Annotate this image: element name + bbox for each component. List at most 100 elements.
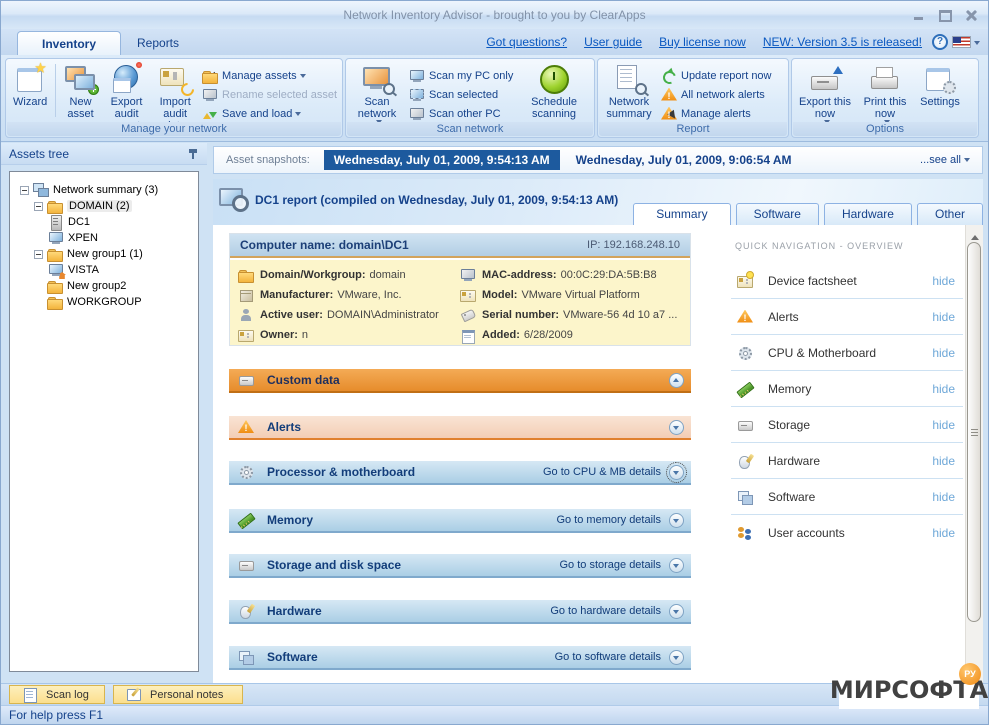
link-new-version[interactable]: NEW: Version 3.5 is released! xyxy=(763,35,922,49)
tree-item-workgroup[interactable]: WORKGROUP xyxy=(20,294,198,310)
hide-link[interactable]: hide xyxy=(932,382,955,396)
report-header: DC1 report (compiled on Wednesday, July … xyxy=(213,179,983,225)
quicknav-alerts[interactable]: Alerts hide xyxy=(731,299,963,335)
new-asset-button[interactable]: New asset xyxy=(59,62,102,120)
expand-button[interactable] xyxy=(669,420,684,435)
warning-icon xyxy=(661,87,677,103)
hide-link[interactable]: hide xyxy=(932,310,955,324)
snapshot-other[interactable]: Wednesday, July 01, 2009, 9:06:54 AM xyxy=(576,153,792,167)
quicknav-memory[interactable]: Memory hide xyxy=(731,371,963,407)
scrollbar-thumb[interactable] xyxy=(967,242,981,622)
expand-button[interactable] xyxy=(669,513,684,528)
hide-link[interactable]: hide xyxy=(932,418,955,432)
settings-button[interactable]: Settings xyxy=(914,62,966,108)
expand-button[interactable] xyxy=(669,558,684,573)
tab-software[interactable]: Software xyxy=(736,203,819,225)
software-icon xyxy=(238,649,254,665)
quicknav-storage[interactable]: Storage hide xyxy=(731,407,963,443)
hide-link[interactable]: hide xyxy=(932,526,955,540)
group-label-options: Options xyxy=(793,122,977,136)
section-storage[interactable]: Storage and disk space Go to storage det… xyxy=(229,554,691,578)
go-to-hardware-details-link[interactable]: Go to hardware details xyxy=(550,605,661,617)
manage-assets-button[interactable]: Manage assets xyxy=(199,66,340,85)
tab-inventory[interactable]: Inventory xyxy=(17,31,121,55)
network-summary-button[interactable]: Network summary xyxy=(600,62,658,120)
section-software[interactable]: Software Go to software details xyxy=(229,646,691,670)
all-network-alerts-button[interactable]: All network alerts xyxy=(658,85,775,104)
expand-button[interactable] xyxy=(669,650,684,665)
tree-item-new-group2[interactable]: New group2 xyxy=(20,278,198,294)
printer-icon xyxy=(869,64,901,94)
see-all-link[interactable]: ...see all xyxy=(920,154,970,166)
tab-reports[interactable]: Reports xyxy=(113,31,203,55)
section-alerts[interactable]: Alerts xyxy=(229,416,691,440)
quicknav-device-factsheet[interactable]: Device factsheet hide xyxy=(731,263,963,299)
link-got-questions[interactable]: Got questions? xyxy=(486,35,567,49)
report-tabs: Summary Software Hardware Other xyxy=(628,203,983,225)
tab-other[interactable]: Other xyxy=(917,203,983,225)
scan-other-pc-button[interactable]: Scan other PC xyxy=(406,104,524,123)
export-this-now-button[interactable]: Export this now xyxy=(794,62,856,124)
quicknav-cpu-motherboard[interactable]: CPU & Motherboard hide xyxy=(731,335,963,371)
quicknav-software[interactable]: Software hide xyxy=(731,479,963,515)
tree-item-network-summary[interactable]: Network summary (3) xyxy=(20,182,198,198)
hide-link[interactable]: hide xyxy=(932,490,955,504)
tab-scan-log[interactable]: Scan log xyxy=(9,685,105,704)
expand-button[interactable] xyxy=(669,604,684,619)
scroll-up-icon[interactable] xyxy=(968,227,981,240)
quicknav-hardware[interactable]: Hardware hide xyxy=(731,443,963,479)
tree-item-vista[interactable]: VISTA xyxy=(20,262,198,278)
manage-alerts-button[interactable]: Manage alerts xyxy=(658,104,775,123)
title-bar: Network Inventory Advisor - brought to y… xyxy=(1,1,988,30)
hide-link[interactable]: hide xyxy=(932,346,955,360)
tab-hardware[interactable]: Hardware xyxy=(824,203,912,225)
scan-my-pc-button[interactable]: Scan my PC only xyxy=(406,66,524,85)
tree-item-domain[interactable]: DOMAIN (2) xyxy=(20,198,198,214)
tree-item-dc1[interactable]: DC1 xyxy=(20,214,198,230)
go-to-software-details-link[interactable]: Go to software details xyxy=(555,651,661,663)
plus-badge-icon xyxy=(88,84,99,95)
collapse-icon[interactable] xyxy=(20,186,29,195)
section-processor-motherboard[interactable]: Processor & motherboard Go to CPU & MB d… xyxy=(229,461,691,485)
save-load-arrows-icon xyxy=(202,106,218,122)
close-icon[interactable] xyxy=(962,8,980,22)
collapse-icon[interactable] xyxy=(34,202,43,211)
section-custom-data[interactable]: Custom data xyxy=(229,369,691,393)
hide-link[interactable]: hide xyxy=(932,274,955,288)
go-to-memory-details-link[interactable]: Go to memory details xyxy=(556,514,661,526)
tree-item-new-group1[interactable]: New group1 (1) xyxy=(20,246,198,262)
tree-item-xpen[interactable]: XPEN xyxy=(20,230,198,246)
update-report-button[interactable]: Update report now xyxy=(658,66,775,85)
folder-icon xyxy=(47,294,63,310)
schedule-clock-icon xyxy=(538,64,570,94)
scan-selected-button[interactable]: Scan selected xyxy=(406,85,524,104)
quicknav-user-accounts[interactable]: User accounts hide xyxy=(731,515,963,550)
field-manufacturer: Manufacturer:VMware, Inc. xyxy=(238,285,460,305)
link-buy-license[interactable]: Buy license now xyxy=(659,35,746,49)
go-to-cpu-details-link[interactable]: Go to CPU & MB details xyxy=(543,466,661,478)
section-memory[interactable]: Memory Go to memory details xyxy=(229,509,691,533)
maximize-icon[interactable] xyxy=(936,8,954,22)
print-this-now-button[interactable]: Print this now xyxy=(856,62,914,124)
wizard-button[interactable]: Wizard xyxy=(8,62,52,108)
factsheet-icon xyxy=(737,273,753,289)
section-hardware[interactable]: Hardware Go to hardware details xyxy=(229,600,691,624)
go-to-storage-details-link[interactable]: Go to storage details xyxy=(559,559,661,571)
scan-network-button[interactable]: Scan network xyxy=(348,62,406,124)
tab-summary[interactable]: Summary xyxy=(633,203,730,225)
help-icon[interactable] xyxy=(932,34,948,50)
tab-personal-notes[interactable]: Personal notes xyxy=(113,685,243,704)
hide-link[interactable]: hide xyxy=(932,454,955,468)
schedule-scanning-button[interactable]: Schedule scanning xyxy=(524,62,584,120)
assets-tree-header: Assets tree xyxy=(1,143,207,165)
language-selector[interactable] xyxy=(952,36,980,49)
minimize-icon[interactable] xyxy=(910,8,928,22)
vertical-scrollbar[interactable] xyxy=(965,225,983,684)
expand-button[interactable] xyxy=(669,465,684,480)
save-and-load-button[interactable]: Save and load xyxy=(199,104,340,123)
snapshot-selected[interactable]: Wednesday, July 01, 2009, 9:54:13 AM xyxy=(324,150,560,170)
link-user-guide[interactable]: User guide xyxy=(584,35,642,49)
collapse-icon[interactable] xyxy=(34,250,43,259)
pin-icon[interactable] xyxy=(188,148,198,160)
collapse-button[interactable] xyxy=(669,373,684,388)
